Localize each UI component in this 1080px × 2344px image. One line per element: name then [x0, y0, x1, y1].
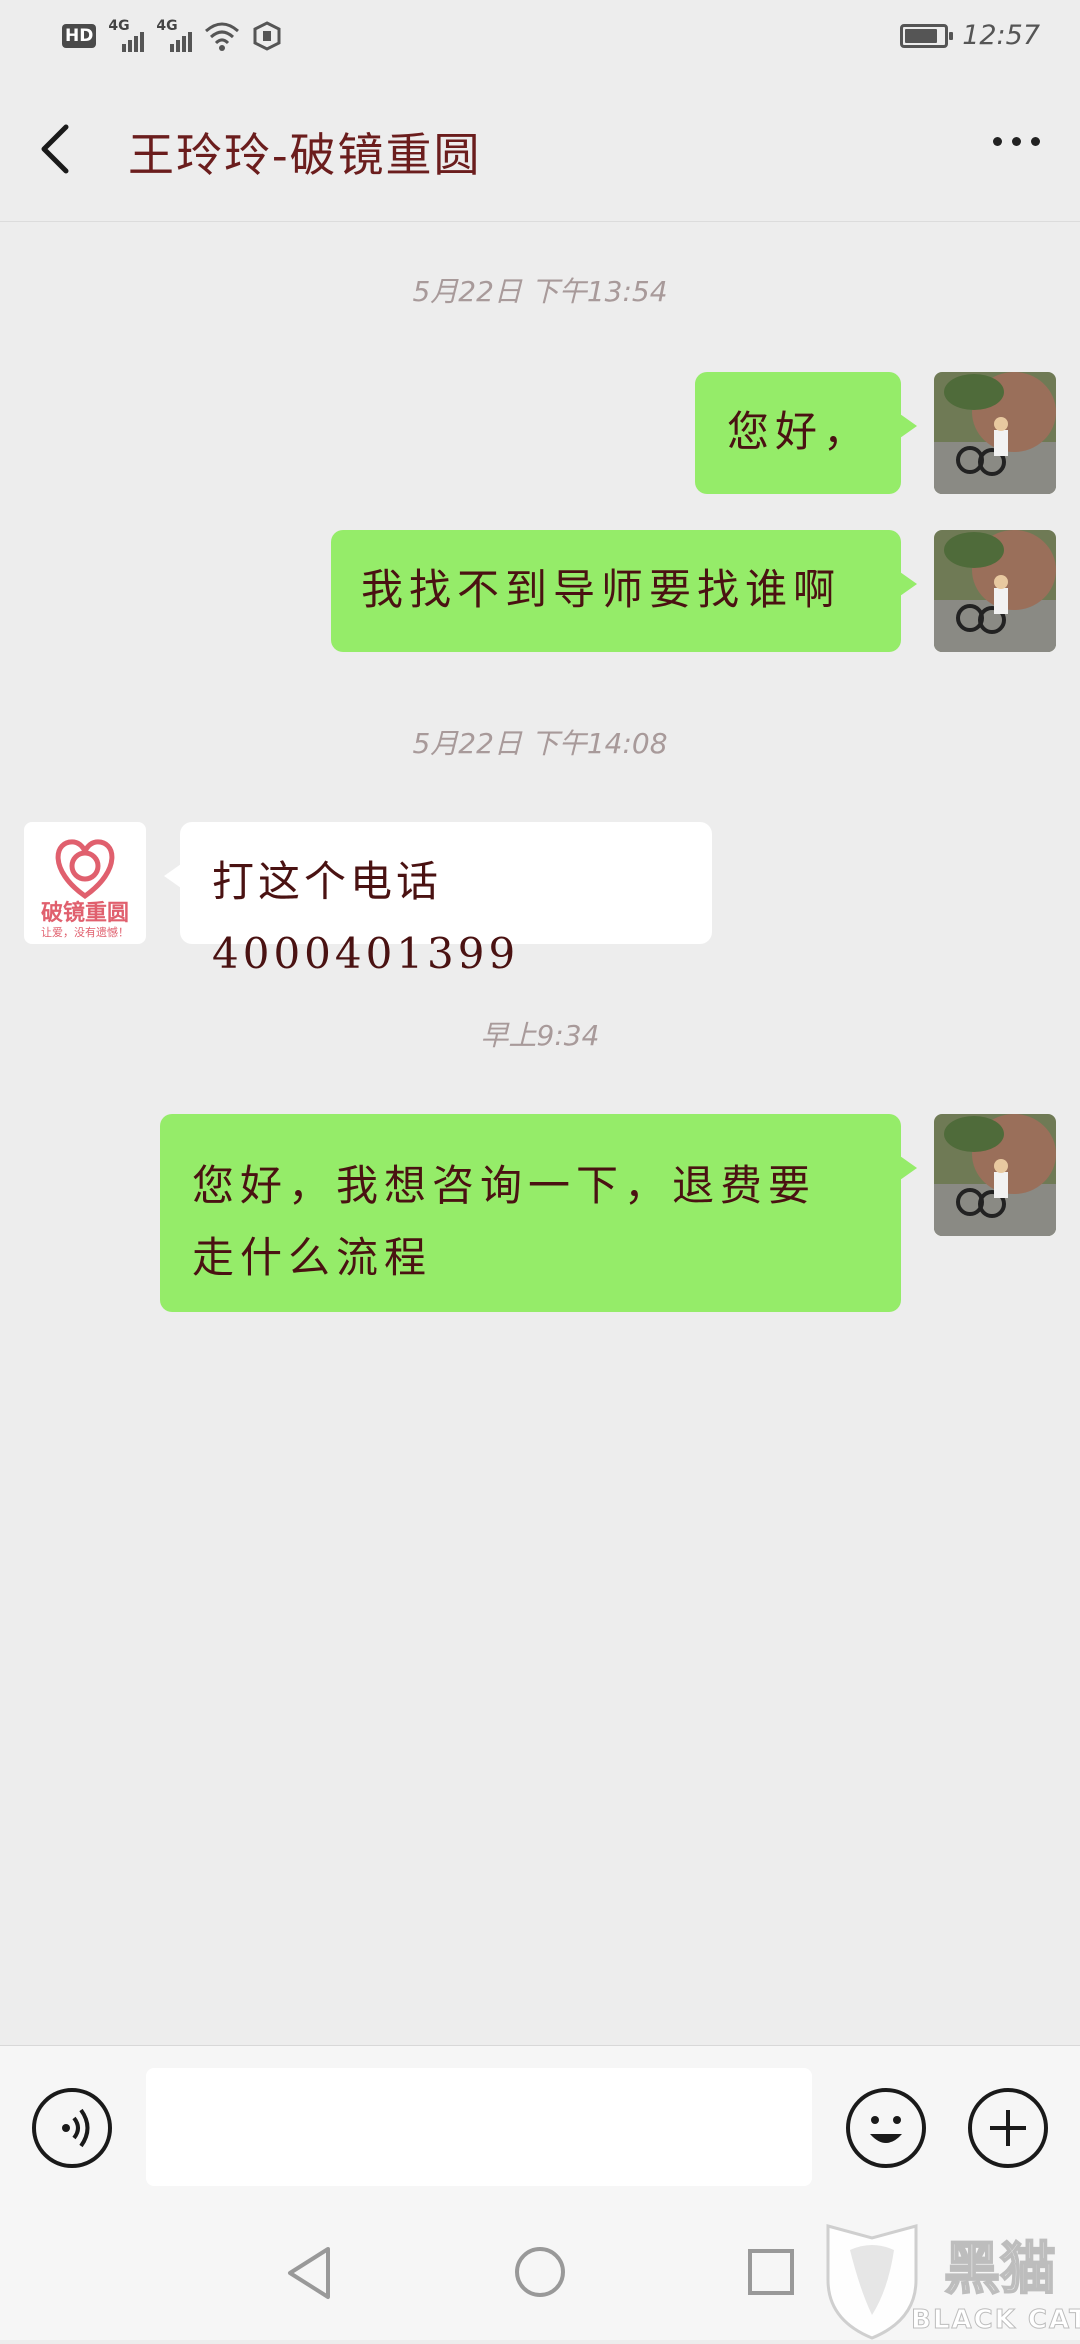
my-avatar[interactable]	[934, 530, 1056, 652]
voice-icon	[62, 2108, 90, 2148]
message-text: 您好，	[727, 407, 872, 456]
black-cat-watermark: 黑猫 BLACK CAT	[810, 2220, 1080, 2340]
network-type-label: 4G	[156, 18, 178, 34]
signal-icon: 4G	[108, 18, 145, 52]
message-timestamp: 5月22日 下午13:54	[412, 275, 668, 308]
message-text: 走什么流程	[192, 1233, 433, 1282]
chat-header: 王玲玲-破镜重圆	[0, 75, 1080, 222]
message-text: 我找不到导师要找谁啊	[361, 565, 842, 614]
wifi-icon	[205, 22, 240, 51]
voice-input-button[interactable]	[32, 2088, 112, 2168]
clock: 12:57	[962, 20, 1040, 51]
input-bar	[0, 2045, 1080, 2196]
cat-shield-icon: 黑猫 BLACK CAT	[826, 2224, 1080, 2340]
smiley-icon	[870, 2116, 902, 2143]
message-text: 打这个电话 4000401399	[212, 857, 520, 978]
message-timestamp: 早上9:34	[480, 1019, 600, 1052]
message-input[interactable]	[146, 2068, 812, 2186]
privacy-shield-icon	[253, 21, 281, 51]
chat-title: 王玲玲-破镜重圆	[128, 128, 482, 182]
battery-icon	[900, 23, 954, 48]
avatar-brand-text: 破镜重圆	[41, 900, 129, 926]
watermark-cn: 黑猫	[944, 2237, 1056, 2302]
network-type-label: 4G	[108, 18, 130, 34]
nav-recents-icon[interactable]	[746, 2247, 796, 2297]
back-arrow-icon[interactable]	[36, 119, 76, 179]
status-indicators: HD 4G 4G	[62, 18, 282, 52]
nav-back-icon[interactable]	[284, 2245, 334, 2301]
emoji-button[interactable]	[846, 2088, 926, 2168]
my-avatar[interactable]	[934, 372, 1056, 494]
avatar-slogan-text: 让爱，没有遗憾！	[41, 925, 129, 939]
message-bubble-sent[interactable]: 您好，我想咨询一下，退费要 走什么流程	[160, 1114, 917, 1312]
message-bubble-sent[interactable]: 您好，	[695, 372, 917, 494]
signal-icon: 4G	[156, 18, 193, 52]
contact-avatar[interactable]: 破镜重圆 让爱，没有遗憾！	[24, 822, 146, 944]
watermark-en: BLACK CAT	[911, 2305, 1080, 2335]
hd-voice-badge: HD	[62, 24, 97, 48]
message-bubble-received[interactable]: 打这个电话 4000401399	[164, 822, 712, 978]
message-timestamp: 5月22日 下午14:08	[412, 727, 668, 760]
message-bubble-sent[interactable]: 我找不到导师要找谁啊	[331, 530, 917, 652]
my-avatar[interactable]	[934, 1114, 1056, 1236]
plus-icon	[990, 2110, 1026, 2146]
status-bar: HD 4G 4G 12:57	[0, 0, 1080, 75]
more-functions-button[interactable]	[968, 2088, 1048, 2168]
nav-home-icon[interactable]	[513, 2245, 567, 2299]
message-text: 您好，我想咨询一下，退费要	[192, 1161, 817, 1210]
heart-logo-icon: 破镜重圆 让爱，没有遗憾！	[41, 839, 129, 939]
status-right: 12:57	[900, 20, 1040, 51]
more-options-icon[interactable]	[993, 137, 1040, 146]
